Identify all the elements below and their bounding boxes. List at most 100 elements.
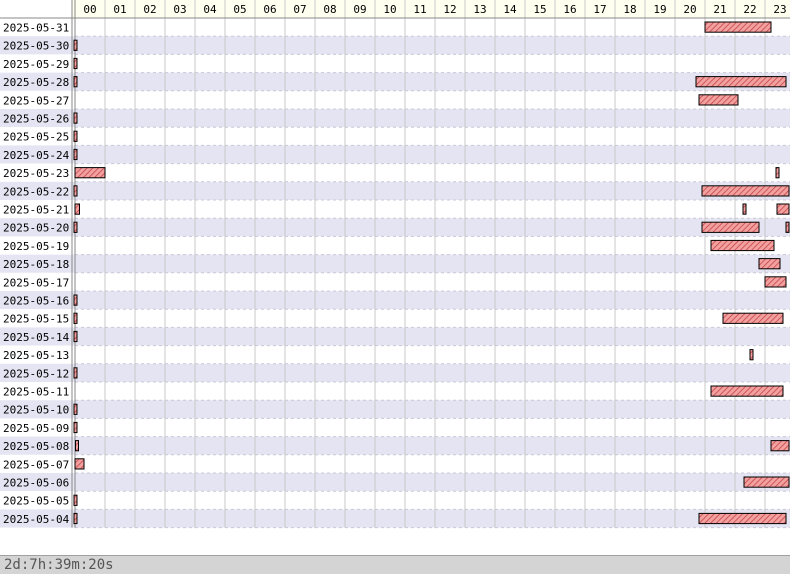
hour-tick-label: 04 — [203, 3, 217, 16]
hour-tick-label: 03 — [173, 3, 186, 16]
date-label: 2025-05-26 — [3, 113, 69, 126]
row-background — [0, 54, 790, 73]
row-background — [0, 473, 790, 492]
row-background — [0, 382, 790, 401]
activity-bar — [758, 258, 781, 270]
hour-tick-label: 12 — [443, 3, 456, 16]
chart-svg: 00 01 02 03 04 05 06 07 08 09 10 11 12 13 14 15 16 17 18 19… — [0, 0, 790, 529]
hour-tick-label: 23 — [773, 3, 786, 16]
hour-tick-label: 05 — [233, 3, 246, 16]
date-label: 2025-05-30 — [3, 40, 69, 53]
date-label: 2025-05-19 — [3, 240, 69, 253]
activity-bar — [698, 512, 787, 525]
activity-bar — [695, 76, 787, 88]
activity-bar — [73, 76, 78, 88]
hour-tick-label: 20 — [683, 3, 696, 16]
hour-tick-label: 06 — [263, 3, 276, 16]
activity-bar — [710, 239, 775, 252]
date-label: 2025-05-08 — [3, 440, 69, 453]
hour-tick-label: 10 — [383, 3, 396, 16]
activity-bar — [701, 185, 790, 197]
date-label: 2025-05-07 — [3, 458, 69, 471]
activity-bar — [74, 167, 106, 179]
hour-tick-label: 02 — [143, 3, 156, 16]
date-label: 2025-05-31 — [3, 22, 69, 35]
row-background — [0, 236, 790, 255]
activity-bar — [749, 349, 754, 361]
total-duration: 2d:7h:39m:20s — [4, 557, 114, 573]
row-background — [0, 18, 790, 37]
hour-tick-label: 11 — [413, 3, 426, 16]
activity-bar — [73, 148, 78, 161]
hour-tick-label: 18 — [623, 3, 636, 16]
row-background — [0, 291, 790, 310]
activity-bar — [776, 203, 790, 215]
date-label: 2025-05-10 — [3, 404, 69, 417]
activity-bar — [785, 221, 790, 233]
hour-tick-label: 08 — [323, 3, 336, 16]
activity-bar — [73, 330, 78, 343]
date-label: 2025-05-15 — [3, 313, 69, 326]
activity-bar — [74, 203, 80, 215]
date-label: 2025-05-20 — [3, 222, 69, 235]
activity-bar — [770, 440, 790, 452]
hour-tick-label: 14 — [503, 3, 517, 16]
status-footer: 2d:7h:39m:20s — [0, 555, 790, 574]
activity-bar — [698, 94, 739, 106]
hour-tick-label: 15 — [533, 3, 546, 16]
activity-bar — [73, 312, 78, 324]
activity-bar — [73, 494, 78, 506]
activity-bar — [743, 476, 790, 488]
date-label: 2025-05-21 — [3, 204, 69, 217]
activity-bar — [704, 21, 772, 33]
hour-tick-label: 07 — [293, 3, 306, 16]
hour-tick-label: 17 — [593, 3, 606, 16]
row-background — [0, 454, 790, 473]
activity-bar — [73, 294, 78, 306]
activity-bar — [73, 130, 78, 142]
date-label: 2025-05-09 — [3, 422, 69, 435]
activity-bar — [75, 440, 79, 452]
activity-bar — [710, 385, 784, 397]
activity-bar — [74, 458, 85, 470]
row-background — [0, 363, 790, 382]
activity-bar — [73, 185, 78, 197]
date-label: 2025-05-11 — [3, 386, 69, 399]
activity-bar — [73, 57, 78, 70]
date-label: 2025-05-13 — [3, 349, 69, 362]
date-label: 2025-05-25 — [3, 131, 69, 144]
row-background — [0, 218, 790, 237]
timeline-chart: 00 01 02 03 04 05 06 07 08 09 10 11 12 13 14 15 16 17 18 19… — [0, 0, 790, 574]
row-background — [0, 345, 790, 364]
activity-bar — [73, 367, 78, 379]
activity-bar — [73, 421, 78, 434]
activity-bar — [775, 167, 780, 179]
activity-bar — [73, 39, 78, 51]
date-label: 2025-05-17 — [3, 276, 69, 289]
date-label: 2025-05-23 — [3, 167, 69, 180]
row-background — [0, 127, 790, 146]
date-label: 2025-05-06 — [3, 477, 69, 490]
row-background — [0, 36, 790, 55]
row-background — [0, 145, 790, 164]
date-label: 2025-05-04 — [3, 513, 70, 526]
row-background — [0, 163, 790, 182]
activity-bar — [764, 276, 787, 288]
row-background — [0, 509, 790, 528]
date-label: 2025-05-16 — [3, 295, 69, 308]
hour-tick-label: 09 — [353, 3, 366, 16]
hour-tick-label: 16 — [563, 3, 576, 16]
hour-tick-label: 19 — [653, 3, 666, 16]
activity-bar — [722, 312, 784, 324]
row-background — [0, 272, 790, 291]
hour-tick-label: 21 — [713, 3, 726, 16]
date-label: 2025-05-05 — [3, 495, 69, 508]
date-label: 2025-05-14 — [3, 331, 70, 344]
date-label: 2025-05-27 — [3, 94, 69, 107]
activity-bar — [73, 403, 78, 415]
row-background — [0, 254, 790, 273]
row-background — [0, 181, 790, 200]
date-label: 2025-05-12 — [3, 367, 69, 380]
date-label: 2025-05-28 — [3, 76, 69, 89]
row-background — [0, 309, 790, 328]
